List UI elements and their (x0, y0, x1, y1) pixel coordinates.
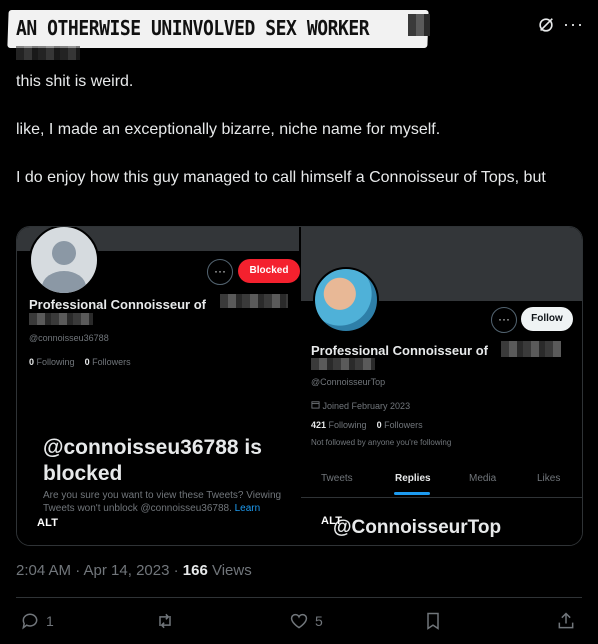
like-count: 5 (315, 613, 323, 629)
tab-likes[interactable]: Likes (537, 473, 560, 484)
like-button[interactable]: 5 (289, 610, 323, 632)
follow-stats: 0 Following 0 Followers (29, 357, 131, 367)
more-options-icon[interactable]: ··· (563, 14, 584, 35)
tweet-text: this shit is weird. like, I made an exce… (16, 70, 576, 214)
share-button[interactable] (556, 610, 576, 632)
blocked-button[interactable]: Blocked (238, 259, 300, 283)
grok-icon[interactable] (537, 16, 555, 34)
profile-tabs: Tweets Replies Media Likes (301, 467, 582, 498)
followers-label: Followers (381, 420, 423, 430)
views-count: 166 (182, 562, 208, 579)
not-followed-note: Not followed by anyone you're following (311, 438, 452, 447)
alt-badge[interactable]: ALT (37, 517, 58, 529)
followers-label: Followers (89, 357, 131, 367)
tweet-paragraph: this shit is weird. (16, 73, 134, 90)
tweet-timestamp[interactable]: 2:04 AM · Apr 14, 2023 · (16, 562, 183, 579)
retweet-icon (159, 613, 171, 629)
media-image-left[interactable]: ··· Blocked Professional Connoisseur of … (17, 227, 300, 545)
divider (16, 597, 582, 598)
tab-tweets[interactable]: Tweets (321, 473, 353, 484)
avatar (313, 267, 379, 333)
profile-display-name: Professional Connoisseur of (29, 297, 206, 312)
censored-name (29, 313, 93, 325)
follow-stats: 421 Following 0 Followers (311, 420, 423, 430)
censored-name (501, 341, 561, 357)
tweet-paragraph: like, I made an exceptionally bizarre, n… (16, 121, 441, 138)
profile-display-name: Professional Connoisseur of (311, 343, 488, 358)
blocked-description: Are you sure you want to view these Twee… (43, 489, 293, 515)
reply-icon (22, 613, 38, 630)
heart-icon (290, 613, 308, 629)
profile-handle-large: @ConnoisseurTop (333, 517, 502, 538)
tweet-paragraph: I do enjoy how this guy managed to call … (16, 169, 546, 186)
profile-handle: @ConnoisseurTop (311, 377, 386, 387)
blocked-title: @connoisseu36788 is blocked (43, 436, 262, 485)
follow-button[interactable]: Follow (521, 307, 573, 331)
following-label: Following (34, 357, 75, 367)
alt-badge[interactable]: ALT (321, 515, 342, 527)
censored-name (311, 358, 375, 370)
more-button[interactable]: ··· (491, 307, 517, 333)
author-name[interactable]: AN OTHERWISE UNINVOLVED SEX WORKER (16, 16, 370, 40)
censored-handle (408, 14, 430, 36)
reply-button[interactable]: 1 (20, 610, 54, 632)
default-avatar-icon (42, 241, 86, 293)
share-icon (558, 612, 574, 629)
following-label: Following (326, 420, 367, 430)
following-count: 421 (311, 420, 327, 430)
joined-date: Joined February 2023 (311, 400, 410, 411)
joined-label: Joined February 2023 (322, 401, 411, 411)
bookmark-icon (427, 612, 439, 630)
media-image-right[interactable]: ··· Follow Professional Connoisseur of @… (301, 227, 582, 545)
learn-more-link[interactable]: Learn (232, 503, 261, 514)
bookmark-button[interactable] (423, 610, 443, 632)
tab-replies[interactable]: Replies (395, 473, 431, 484)
censored-avatar (16, 46, 80, 60)
retweet-button[interactable] (155, 610, 181, 632)
tweet-meta: 2:04 AM · Apr 14, 2023 · 166 Views (16, 562, 252, 579)
more-button[interactable]: ··· (207, 259, 233, 285)
tab-media[interactable]: Media (469, 473, 496, 484)
views-label: Views (207, 562, 252, 579)
reply-count: 1 (46, 613, 54, 629)
avatar (29, 227, 99, 295)
profile-handle: @connoisseu36788 (29, 333, 109, 343)
censored-name (220, 294, 288, 308)
tweet-media[interactable]: ··· Blocked Professional Connoisseur of … (16, 226, 583, 546)
active-tab-indicator (394, 492, 430, 495)
calendar-icon (311, 401, 320, 409)
